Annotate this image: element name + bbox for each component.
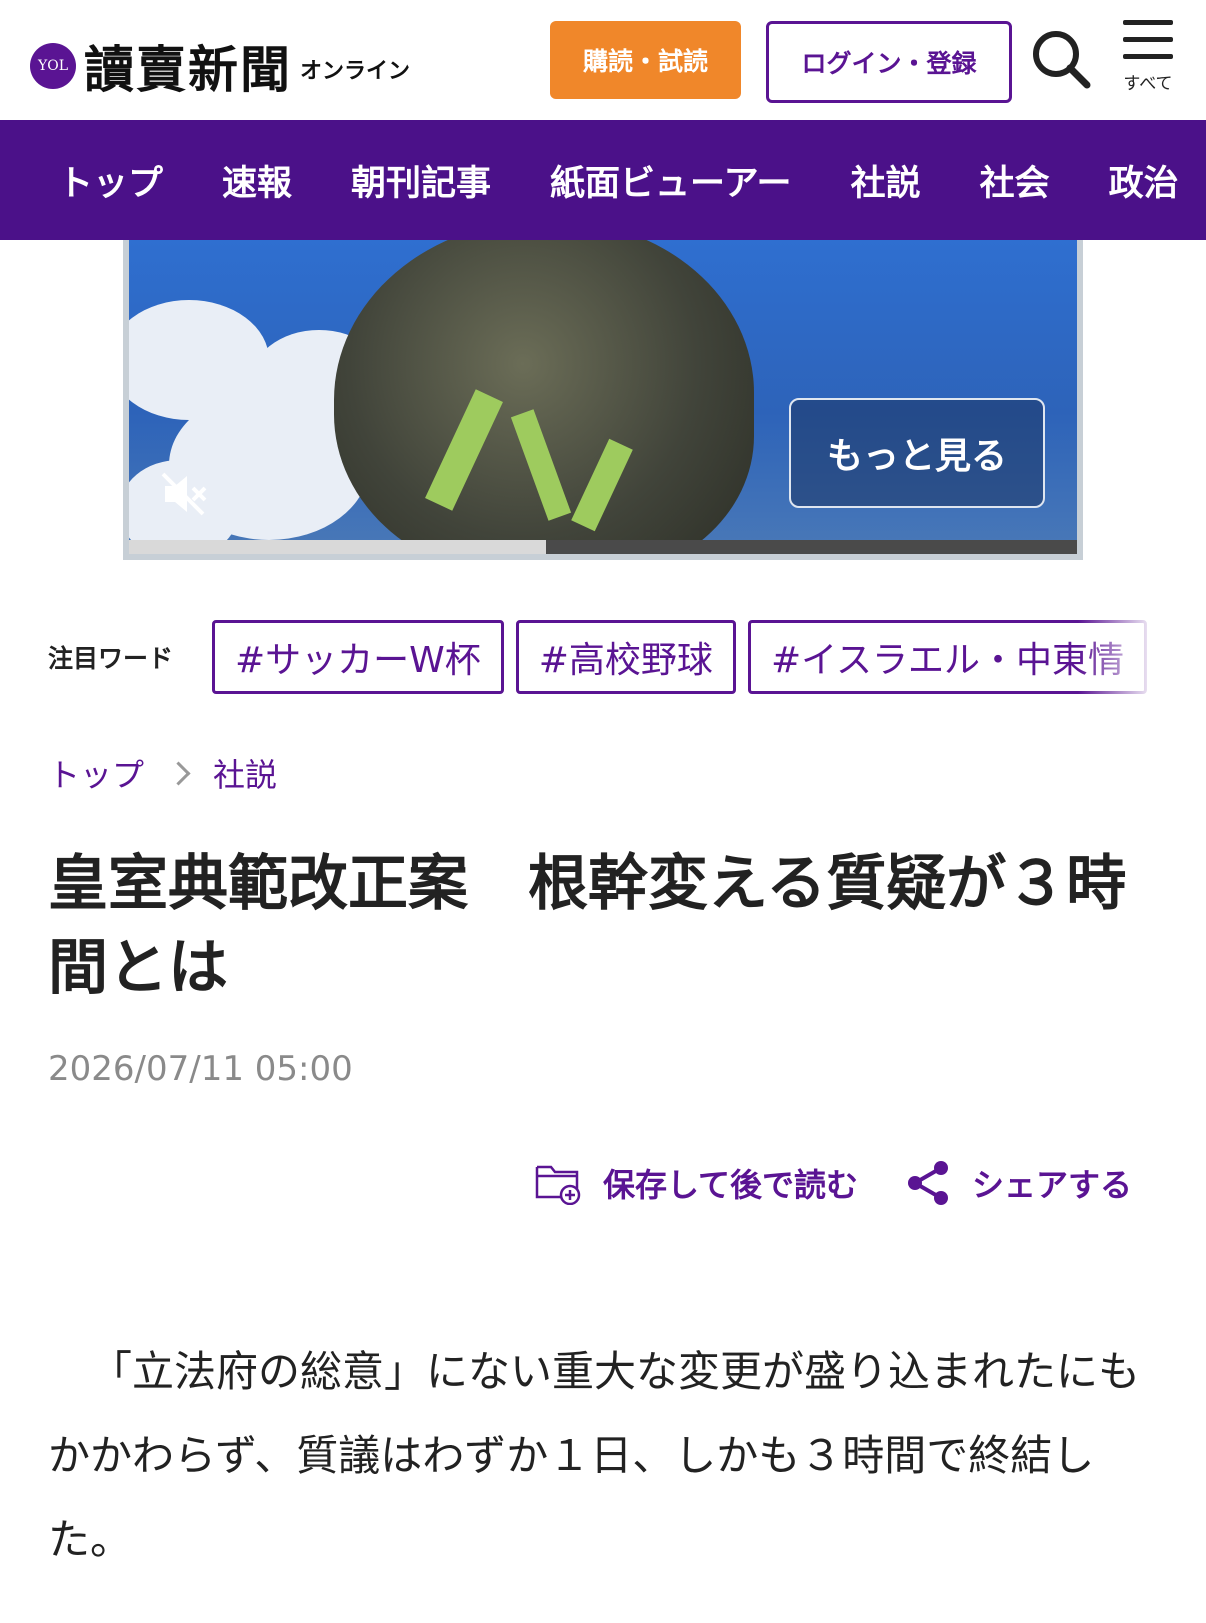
main-nav: トップ 速報 朝刊記事 紙面ビューアー 社説 社会 政治 — [0, 120, 1206, 240]
video-progress-fill — [129, 540, 547, 554]
video-player[interactable]: もっと見る — [123, 240, 1083, 560]
folder-add-icon — [535, 1165, 581, 1205]
share-label: シェアする — [972, 1166, 1133, 1204]
trending-tag[interactable]: #サッカーW杯 — [212, 620, 504, 694]
site-header: YOL 讀賣新聞 オンライン 購読・試読 ログイン・登録 すべて — [0, 0, 1206, 120]
chevron-right-icon — [166, 760, 191, 786]
video-frame: もっと見る — [129, 240, 1077, 554]
article-actions: 保存して後で読む シェアする — [535, 1160, 1132, 1206]
login-button[interactable]: ログイン・登録 — [766, 21, 1012, 103]
save-later-label: 保存して後で読む — [603, 1166, 859, 1204]
breadcrumb: トップ 社説 — [48, 750, 277, 796]
article-body: 「立法府の総意」にない重大な変更が盛り込まれたにもかかわらず、質議はわずか１日、… — [48, 1347, 1141, 1564]
share-icon — [908, 1161, 949, 1205]
logo-badge: YOL — [30, 43, 76, 89]
logo-name: 讀賣新聞 — [84, 40, 292, 99]
site-logo[interactable]: YOL 讀賣新聞 オンライン — [30, 30, 410, 102]
nav-item-breaking[interactable]: 速報 — [222, 155, 292, 206]
article-date: 2026/07/11 05:00 — [48, 1049, 353, 1089]
mute-icon[interactable] — [159, 468, 211, 520]
save-later-button[interactable]: 保存して後で読む — [535, 1160, 858, 1206]
trending-tag[interactable]: #高校野球 — [515, 620, 736, 694]
logo-sub: オンライン — [300, 59, 411, 84]
breadcrumb-item-editorial[interactable]: 社説 — [213, 750, 277, 796]
share-button[interactable]: シェアする — [906, 1160, 1132, 1206]
nav-item-top[interactable]: トップ — [58, 155, 163, 206]
hamburger-menu-icon[interactable]: すべて — [1118, 20, 1178, 100]
trending-fade — [1078, 620, 1158, 694]
trending-words: 注目ワード #サッカーW杯 #高校野球 #イスラエル・中東情 — [48, 620, 1158, 694]
nav-item-morning[interactable]: 朝刊記事 — [351, 155, 491, 206]
nav-item-society[interactable]: 社会 — [980, 155, 1050, 206]
nav-item-editorial[interactable]: 社説 — [851, 155, 921, 206]
article-title: 皇室典範改正案 根幹変える質疑が３時間とは — [48, 849, 1127, 1003]
nav-item-viewer[interactable]: 紙面ビューアー — [550, 155, 792, 206]
video-progress-bar[interactable] — [129, 540, 1077, 554]
menu-label: すべて — [1123, 74, 1173, 94]
trending-label: 注目ワード — [48, 644, 174, 673]
subscribe-button[interactable]: 購読・試読 — [550, 21, 741, 99]
search-icon[interactable] — [1030, 28, 1092, 90]
breadcrumb-item-top[interactable]: トップ — [48, 750, 144, 796]
nav-item-politics[interactable]: 政治 — [1109, 155, 1179, 206]
video-more-button[interactable]: もっと見る — [789, 398, 1045, 508]
